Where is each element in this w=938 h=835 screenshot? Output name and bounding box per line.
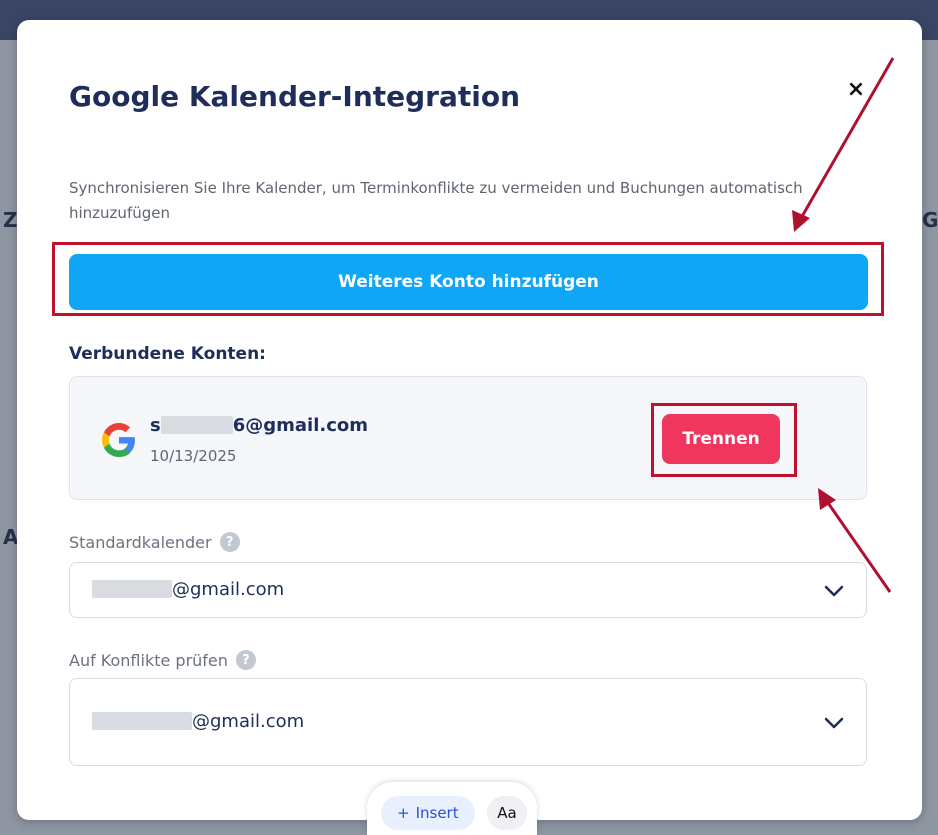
default-calendar-value-text: @gmail.com [172, 579, 285, 600]
close-button[interactable]: × [843, 76, 869, 102]
insert-button[interactable]: + Insert [381, 796, 475, 830]
redacted-text [160, 416, 233, 434]
help-icon[interactable]: ? [235, 650, 256, 670]
insert-label: Insert [415, 804, 459, 822]
google-icon [102, 423, 135, 457]
conflict-check-select[interactable]: @gmail.com [69, 678, 867, 766]
text-format-button[interactable]: Aa [487, 796, 527, 830]
calendar-integration-dialog: Google Kalender-Integration × Synchronis… [17, 20, 922, 820]
default-calendar-label: Standardkalender ? [69, 532, 240, 552]
dialog-description: Synchronisieren Sie Ihre Kalender, um Te… [69, 179, 803, 222]
dialog-title: Google Kalender-Integration [69, 80, 521, 113]
account-email: s 6@gmail.com [150, 415, 368, 436]
add-account-button[interactable]: Weiteres Konto hinzufügen [69, 254, 868, 310]
background-text: Z [3, 208, 18, 232]
help-icon[interactable]: ? [219, 532, 240, 552]
editor-toolbar: + Insert Aa [367, 782, 537, 835]
default-calendar-select[interactable]: @gmail.com [69, 562, 867, 618]
plus-icon: + [397, 804, 410, 822]
connected-accounts-heading: Verbundene Konten: [69, 344, 266, 364]
conflict-check-value-text: @gmail.com [192, 711, 305, 732]
chevron-down-icon [824, 585, 844, 597]
conflict-check-label-text: Auf Konflikte prüfen [69, 650, 228, 670]
account-email-suffix: 6@gmail.com [232, 415, 368, 436]
redacted-text [92, 712, 192, 730]
default-calendar-label-text: Standardkalender [69, 532, 212, 552]
default-calendar-value: @gmail.com [92, 579, 284, 600]
account-email-prefix: s [150, 415, 161, 436]
conflict-check-value: @gmail.com [92, 711, 304, 732]
chevron-down-icon [824, 717, 844, 729]
background-text: G [922, 208, 938, 232]
redacted-text [92, 580, 172, 598]
account-connected-date: 10/13/2025 [150, 447, 237, 465]
conflict-check-label: Auf Konflikte prüfen ? [69, 650, 256, 670]
disconnect-button[interactable]: Trennen [662, 414, 780, 464]
